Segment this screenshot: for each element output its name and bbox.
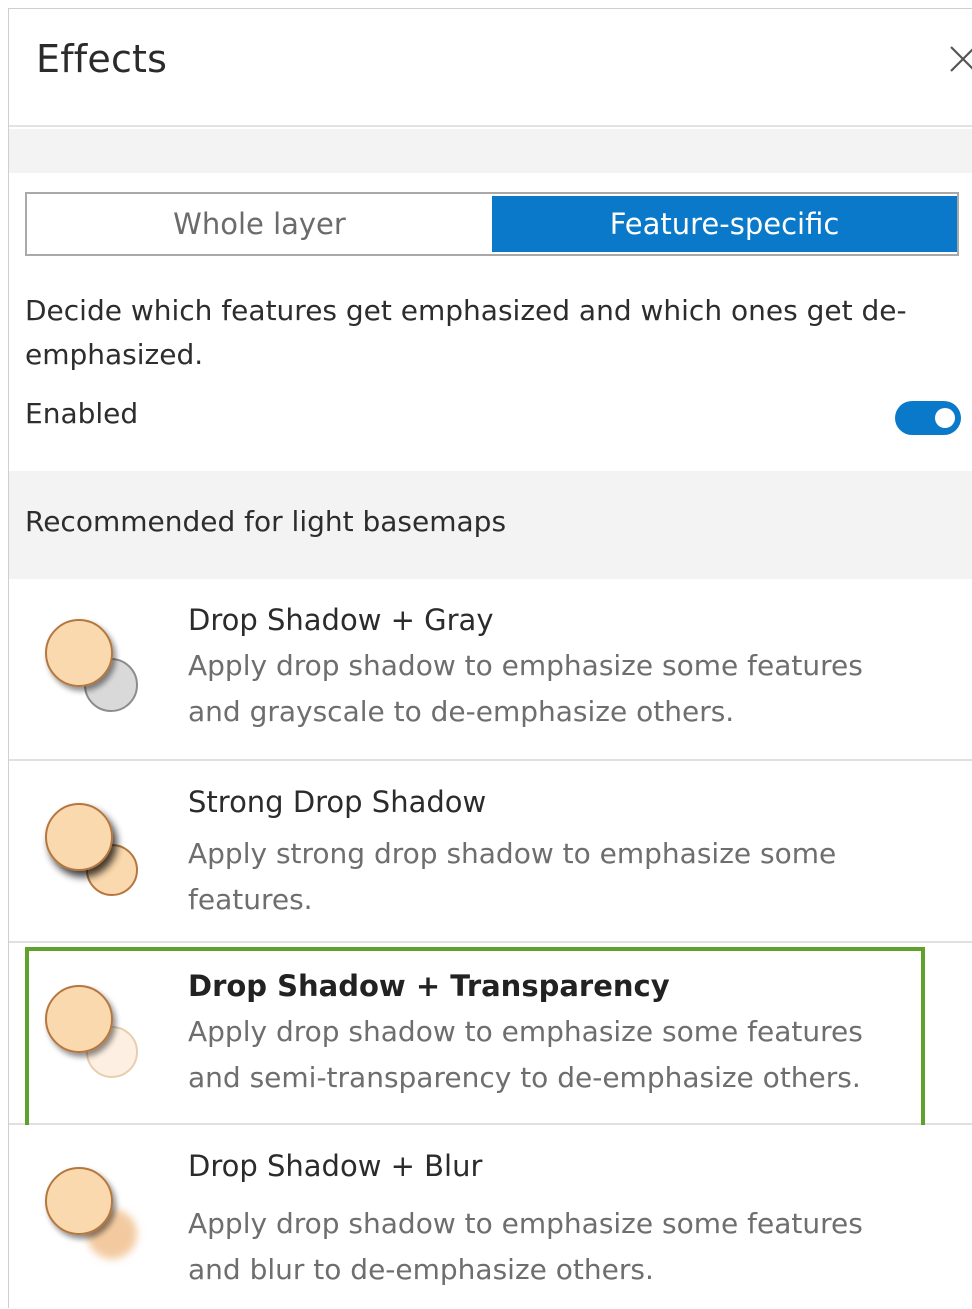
effect-desc: Apply drop shadow to emphasize some feat… [188,1015,863,1094]
mode-segmented-control: Whole layer Feature-specific [25,192,959,256]
drop-shadow-transparency-icon [45,985,138,1078]
group-header: Recommended for light basemaps [9,471,972,579]
tab-feature-specific[interactable]: Feature-specific [492,196,957,252]
effect-title: Drop Shadow + Gray [188,603,494,637]
toggle-knob [935,408,955,428]
panel-title: Effects [36,37,168,81]
enabled-toggle[interactable] [895,401,961,435]
effect-item-drop-shadow-blur[interactable]: Drop Shadow + Blur Apply drop shadow to … [9,1125,972,1309]
enabled-label: Enabled [25,397,139,430]
effect-title: Drop Shadow + Transparency [188,969,670,1003]
effect-item-drop-shadow-gray[interactable]: Drop Shadow + Gray Apply drop shadow to … [9,579,972,761]
effect-desc: Apply strong drop shadow to emphasize so… [188,837,837,916]
strong-drop-shadow-icon [45,803,138,896]
tab-whole-layer[interactable]: Whole layer [27,194,492,254]
effects-panel: Effects Whole layer Feature-specific Dec… [8,8,972,1309]
effect-desc: Apply drop shadow to emphasize some feat… [188,649,863,728]
effect-desc: Apply drop shadow to emphasize some feat… [188,1207,863,1286]
close-button[interactable] [943,39,972,79]
effect-description: Decide which features get emphasized and… [25,294,907,371]
effect-item-drop-shadow-transparency[interactable]: Drop Shadow + Transparency Apply drop sh… [9,943,972,1131]
header-strip [9,129,972,173]
close-icon [950,46,972,72]
group-label: Recommended for light basemaps [25,505,507,538]
drop-shadow-gray-icon [45,619,138,712]
effect-title: Drop Shadow + Blur [188,1149,483,1183]
effect-title: Strong Drop Shadow [188,785,487,819]
panel-header: Effects [9,9,972,127]
drop-shadow-blur-icon [45,1167,137,1259]
effect-item-strong-drop-shadow[interactable]: Strong Drop Shadow Apply strong drop sha… [9,761,972,943]
